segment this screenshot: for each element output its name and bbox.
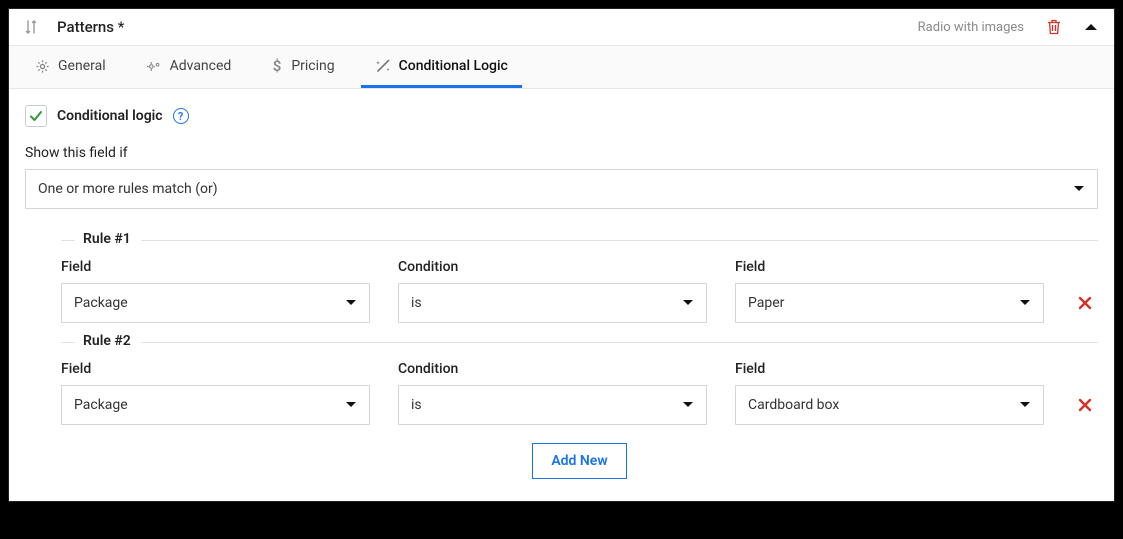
panel-header: Patterns * Radio with images bbox=[9, 9, 1114, 46]
chevron-down-icon bbox=[345, 295, 357, 311]
tab-bar: General Advanced $ Pricing Conditional L… bbox=[9, 46, 1114, 89]
chevron-down-icon bbox=[1019, 295, 1031, 311]
chevron-down-icon bbox=[345, 397, 357, 413]
tab-pricing[interactable]: $ Pricing bbox=[257, 46, 348, 88]
rule-condition-select[interactable]: is bbox=[398, 385, 707, 425]
rule-condition-column: Condition is bbox=[398, 361, 707, 425]
tab-conditional-logic[interactable]: Conditional Logic bbox=[361, 46, 522, 88]
enable-label: Conditional logic bbox=[57, 108, 163, 124]
rule-value-column: Field Paper bbox=[735, 259, 1044, 323]
rule-condition-value: is bbox=[411, 397, 682, 413]
gear-icon bbox=[35, 59, 50, 74]
rule-legend: Rule #2 bbox=[75, 333, 141, 349]
field-editor-panel: Patterns * Radio with images General Adv… bbox=[8, 8, 1115, 502]
panel-title: Patterns * bbox=[57, 18, 124, 36]
chevron-down-icon bbox=[682, 397, 694, 413]
enable-checkbox[interactable] bbox=[25, 105, 47, 127]
close-icon bbox=[1078, 398, 1092, 412]
column-label: Condition bbox=[398, 361, 707, 377]
checkmark-icon bbox=[29, 109, 43, 123]
tab-label: Advanced bbox=[170, 58, 232, 74]
rule-condition-value: is bbox=[411, 295, 682, 311]
rule-condition-column: Condition is bbox=[398, 259, 707, 323]
rule-condition-select[interactable]: is bbox=[398, 283, 707, 323]
column-label: Field bbox=[61, 259, 370, 275]
rule-row: Field Package Condition is bbox=[61, 259, 1098, 323]
close-icon bbox=[1078, 296, 1092, 310]
column-label: Field bbox=[735, 361, 1044, 377]
field-type-label: Radio with images bbox=[918, 20, 1024, 35]
rule-value-value: Cardboard box bbox=[748, 397, 1019, 413]
column-label: Field bbox=[61, 361, 370, 377]
delete-button[interactable] bbox=[1044, 17, 1064, 37]
tab-label: Conditional Logic bbox=[399, 58, 508, 74]
rule-row: Field Package Condition is bbox=[61, 361, 1098, 425]
chevron-up-icon bbox=[1084, 22, 1098, 32]
column-label: Condition bbox=[398, 259, 707, 275]
remove-rule-button[interactable] bbox=[1072, 385, 1098, 425]
rule-field-select[interactable]: Package bbox=[61, 283, 370, 323]
match-mode-value: One or more rules match (or) bbox=[38, 181, 1073, 197]
rule-value-select[interactable]: Paper bbox=[735, 283, 1044, 323]
chevron-down-icon bbox=[1073, 181, 1085, 197]
tab-advanced[interactable]: Advanced bbox=[132, 46, 246, 88]
rule-value-column: Field Cardboard box bbox=[735, 361, 1044, 425]
tab-general[interactable]: General bbox=[21, 46, 120, 88]
rule-group: Rule #2 Field Package Condition is bbox=[61, 333, 1098, 425]
rule-field-value: Package bbox=[74, 295, 345, 311]
rule-value-select[interactable]: Cardboard box bbox=[735, 385, 1044, 425]
rule-field-column: Field Package bbox=[61, 259, 370, 323]
collapse-button[interactable] bbox=[1082, 20, 1100, 34]
column-label: Field bbox=[735, 259, 1044, 275]
remove-rule-button[interactable] bbox=[1072, 283, 1098, 323]
chevron-down-icon bbox=[1019, 397, 1031, 413]
trash-icon bbox=[1046, 19, 1062, 35]
tab-label: Pricing bbox=[291, 58, 334, 74]
rules-container: Rule #1 Field Package Condition is bbox=[25, 231, 1098, 479]
help-button[interactable]: ? bbox=[173, 108, 189, 124]
rule-value-value: Paper bbox=[748, 295, 1019, 311]
dollar-icon: $ bbox=[271, 58, 283, 74]
show-if-label: Show this field if bbox=[25, 145, 1098, 161]
rule-field-select[interactable]: Package bbox=[61, 385, 370, 425]
rule-field-column: Field Package bbox=[61, 361, 370, 425]
rule-field-value: Package bbox=[74, 397, 345, 413]
gears-icon bbox=[146, 59, 162, 74]
svg-text:$: $ bbox=[273, 58, 282, 74]
rule-legend: Rule #1 bbox=[75, 231, 141, 247]
magic-wand-icon bbox=[375, 58, 391, 74]
tab-content: Conditional logic ? Show this field if O… bbox=[9, 89, 1114, 501]
match-mode-select[interactable]: One or more rules match (or) bbox=[25, 169, 1098, 209]
chevron-down-icon bbox=[682, 295, 694, 311]
tab-label: General bbox=[58, 58, 106, 74]
enable-conditional-row: Conditional logic ? bbox=[25, 105, 1098, 127]
drag-handle-icon[interactable] bbox=[23, 19, 39, 35]
rule-group: Rule #1 Field Package Condition is bbox=[61, 231, 1098, 323]
add-rule-button[interactable]: Add New bbox=[532, 443, 626, 479]
